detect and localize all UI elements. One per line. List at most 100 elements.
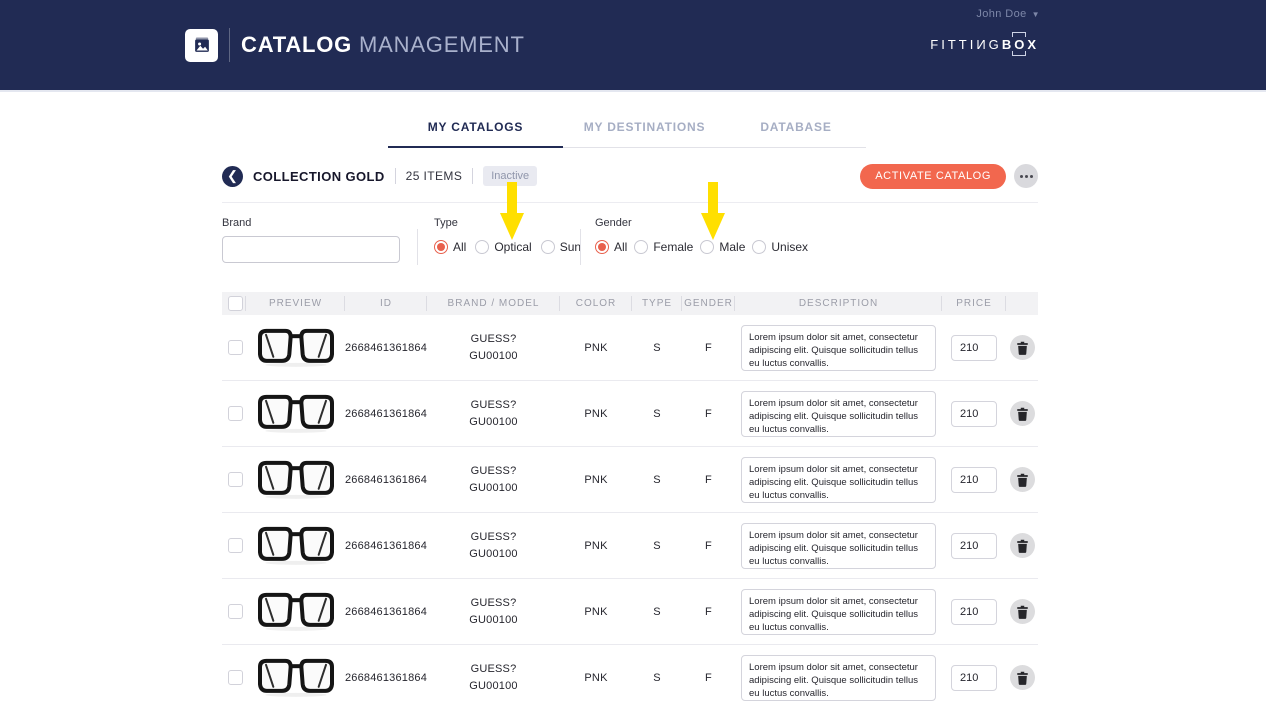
separator xyxy=(394,168,396,184)
product-gender: F xyxy=(705,341,712,354)
radio-selected-icon xyxy=(595,240,609,254)
delete-button[interactable] xyxy=(1009,599,1035,624)
glasses-image xyxy=(257,592,334,631)
gender-filter: Gender All Female Male Unisex xyxy=(580,217,808,265)
product-brand-model: GUESS? GU00100 xyxy=(427,331,560,364)
product-model: GU00100 xyxy=(469,349,518,362)
product-color: PNK xyxy=(584,671,608,684)
catalog-app-icon xyxy=(185,28,218,62)
app-header: CATALOG MANAGEMENT John Doe ▼ FITTIИG B O X xyxy=(0,0,1266,92)
type-radio-optical[interactable]: Optical xyxy=(475,240,532,254)
gender-radio-female[interactable]: Female xyxy=(634,240,693,254)
ellipsis-icon xyxy=(1019,174,1023,178)
separator xyxy=(472,168,474,184)
product-id: 2668461361864 xyxy=(344,473,428,486)
catalog-management-page: CATALOG MANAGEMENT John Doe ▼ FITTIИG B O X… xyxy=(0,0,1266,710)
type-filter-label: Type xyxy=(434,217,458,229)
description-textarea[interactable]: Lorem ipsum dolor sit amet, consectetur … xyxy=(741,522,936,569)
back-button[interactable]: ❮ xyxy=(222,165,243,187)
delete-button[interactable] xyxy=(1009,401,1035,426)
table-row: 2668461361864 GUESS? GU00100 PNK S F Lor… xyxy=(222,645,1038,710)
product-brand: GUESS? xyxy=(470,399,517,411)
app-title-light: MANAGEMENT xyxy=(359,32,525,57)
product-brand: GUESS? xyxy=(470,663,517,675)
tab-my-destinations[interactable]: MY DESTINATIONS xyxy=(563,106,726,147)
product-color: PNK xyxy=(584,473,608,486)
price-input[interactable] xyxy=(951,532,997,559)
type-radio-all[interactable]: All xyxy=(434,240,466,254)
product-brand-model: GUESS? GU00100 xyxy=(427,595,560,628)
activate-catalog-button[interactable]: ACTIVATE CATALOG xyxy=(860,163,1006,189)
description-textarea[interactable]: Lorem ipsum dolor sit amet, consectetur … xyxy=(741,390,936,437)
select-all-checkbox[interactable] xyxy=(227,296,243,311)
delete-button[interactable] xyxy=(1009,665,1035,690)
tab-database[interactable]: DATABASE xyxy=(726,106,866,147)
price-input[interactable] xyxy=(951,334,997,361)
status-badge: Inactive xyxy=(483,166,538,186)
radio-icon xyxy=(540,240,555,254)
app-title: CATALOG MANAGEMENT xyxy=(241,32,525,58)
description-textarea[interactable]: Lorem ipsum dolor sit amet, consectetur … xyxy=(741,654,936,701)
column-header-actions xyxy=(1006,292,1038,315)
row-checkbox[interactable] xyxy=(227,538,243,553)
table-row: 2668461361864 GUESS? GU00100 PNK S F Lor… xyxy=(222,579,1038,645)
price-input[interactable] xyxy=(951,664,997,691)
price-input[interactable] xyxy=(951,598,997,625)
product-type: S xyxy=(653,407,661,420)
table-row: 2668461361864 GUESS? GU00100 PNK S F Lor… xyxy=(222,381,1038,447)
glasses-image xyxy=(257,658,334,697)
table-row: 2668461361864 GUESS? GU00100 PNK S F Lor… xyxy=(222,447,1038,513)
product-color: PNK xyxy=(584,407,608,420)
delete-button[interactable] xyxy=(1009,335,1035,360)
trash-icon xyxy=(1016,605,1028,619)
user-name: John Doe xyxy=(976,8,1027,20)
row-checkbox[interactable] xyxy=(227,670,243,685)
description-textarea[interactable]: Lorem ipsum dolor sit amet, consectetur … xyxy=(741,456,936,503)
price-input[interactable] xyxy=(951,466,997,493)
product-brand-model: GUESS? GU00100 xyxy=(427,661,560,694)
trash-icon xyxy=(1016,341,1028,355)
product-gender: F xyxy=(705,539,712,552)
column-header-description: DESCRIPTION xyxy=(735,292,942,315)
row-checkbox[interactable] xyxy=(227,472,243,487)
tab-my-catalogs[interactable]: MY CATALOGS xyxy=(388,106,563,148)
product-id: 2668461361864 xyxy=(344,341,428,354)
product-preview xyxy=(246,656,345,699)
radio-icon xyxy=(752,240,767,254)
trash-icon xyxy=(1016,539,1028,553)
filter-divider xyxy=(580,229,581,265)
glasses-image xyxy=(257,460,334,499)
gender-radio-all[interactable]: All xyxy=(595,240,627,254)
row-checkbox[interactable] xyxy=(227,406,243,421)
product-brand-model: GUESS? GU00100 xyxy=(427,529,560,562)
chevron-down-icon: ▼ xyxy=(1031,9,1040,19)
gender-radio-male[interactable]: Male xyxy=(700,240,745,254)
row-checkbox[interactable] xyxy=(227,604,243,619)
main-tabs: MY CATALOGS MY DESTINATIONS DATABASE xyxy=(388,106,866,148)
gender-filter-label: Gender xyxy=(595,217,632,229)
price-input[interactable] xyxy=(951,400,997,427)
row-checkbox[interactable] xyxy=(227,340,243,355)
column-header-id: ID xyxy=(345,292,427,315)
gender-radio-row: All Female Male Unisex xyxy=(595,240,808,254)
column-header-type: TYPE xyxy=(632,292,682,315)
catalog-table: PREVIEW ID BRAND / MODEL COLOR TYPE GEND… xyxy=(222,292,1038,710)
product-color: PNK xyxy=(584,539,608,552)
brand-input[interactable] xyxy=(222,236,400,263)
product-preview xyxy=(246,326,345,369)
product-preview xyxy=(246,458,345,501)
product-brand-model: GUESS? GU00100 xyxy=(427,397,560,430)
product-gender: F xyxy=(705,605,712,618)
product-color: PNK xyxy=(584,341,608,354)
type-radio-sun[interactable]: Sun xyxy=(540,240,581,254)
description-textarea[interactable]: Lorem ipsum dolor sit amet, consectetur … xyxy=(741,588,936,635)
product-id: 2668461361864 xyxy=(344,539,428,552)
table-row: 2668461361864 GUESS? GU00100 PNK S F Lor… xyxy=(222,513,1038,579)
user-menu[interactable]: John Doe ▼ xyxy=(976,8,1040,20)
column-header-brand-model: BRAND / MODEL xyxy=(427,292,560,315)
description-textarea[interactable]: Lorem ipsum dolor sit amet, consectetur … xyxy=(741,324,936,371)
delete-button[interactable] xyxy=(1009,533,1035,558)
more-options-button[interactable] xyxy=(1014,164,1038,188)
delete-button[interactable] xyxy=(1009,467,1035,492)
gender-radio-unisex[interactable]: Unisex xyxy=(752,240,808,254)
